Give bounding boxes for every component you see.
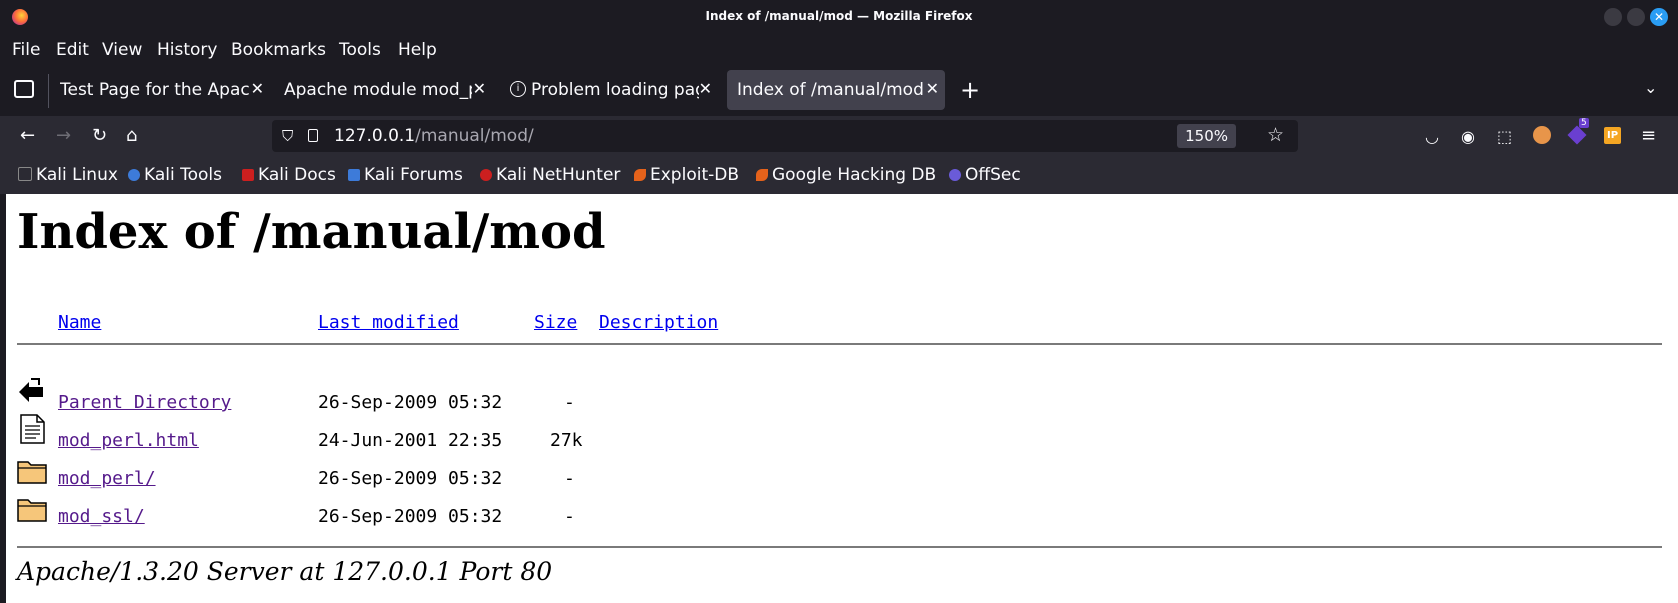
tab-bar: Test Page for the Apache ✕ Apache module… <box>0 66 1678 116</box>
tab-label: Apache module mod_perl <box>284 80 472 100</box>
list-all-tabs-button[interactable]: ⌄ <box>1644 78 1657 97</box>
tab-divider <box>48 74 49 108</box>
menu-file[interactable]: File <box>12 40 40 60</box>
pocket-icon[interactable]: ◡ <box>1425 127 1439 146</box>
url-path: /manual/mod/ <box>415 126 534 146</box>
page-icon[interactable] <box>308 129 318 142</box>
tab-problem-loading[interactable]: i Problem loading page ✕ <box>500 70 718 110</box>
menu-history[interactable]: History <box>157 40 217 60</box>
hamburger-menu-icon[interactable]: ≡ <box>1641 125 1656 146</box>
row-modified: 26-Sep-2009 05:32 <box>318 506 503 527</box>
page-title: Index of /manual/mod <box>17 204 606 260</box>
address-bar[interactable]: ⛉ 127.0.0.1/manual/mod/ 150% ☆ <box>272 120 1298 152</box>
tab-index-manual-mod[interactable]: Index of /manual/mod ✕ <box>727 70 945 110</box>
zoom-level-button[interactable]: 150% <box>1177 124 1236 148</box>
menu-help[interactable]: Help <box>398 40 437 60</box>
extension-icon[interactable] <box>1567 125 1587 145</box>
page-content: Index of /manual/mod Name Last modified … <box>6 194 1678 603</box>
row-modified: 24-Jun-2001 22:35 <box>318 430 503 451</box>
mod-perl-dir-link[interactable]: mod_perl/ <box>58 468 156 489</box>
bookmark-offsec[interactable]: OffSec <box>949 165 1021 185</box>
minimize-button[interactable] <box>1604 8 1622 26</box>
firefox-view-icon[interactable] <box>14 80 34 98</box>
info-icon: i <box>510 81 526 97</box>
close-tab-icon[interactable]: ✕ <box>251 79 264 98</box>
account-icon[interactable]: ◉ <box>1461 127 1475 146</box>
menu-edit[interactable]: Edit <box>56 40 89 60</box>
column-size-link[interactable]: Size <box>534 312 577 333</box>
tab-label: Test Page for the Apache <box>60 80 250 100</box>
footer-divider <box>17 546 1662 548</box>
maximize-button[interactable] <box>1627 8 1645 26</box>
navigation-toolbar: ← → ↻ ⌂ ⛉ 127.0.0.1/manual/mod/ 150% ☆ ◡… <box>0 116 1678 158</box>
close-tab-icon[interactable]: ✕ <box>473 79 486 98</box>
parent-directory-link[interactable]: Parent Directory <box>58 392 231 413</box>
menu-bar: File Edit View History Bookmarks Tools H… <box>0 34 1678 66</box>
bookmark-kali-nethunter[interactable]: Kali NetHunter <box>480 165 620 185</box>
kali-tools-icon <box>128 169 140 181</box>
bookmark-star-icon[interactable]: ☆ <box>1267 124 1284 146</box>
kali-linux-icon <box>18 167 32 181</box>
bookmark-kali-docs[interactable]: Kali Docs <box>242 165 336 185</box>
extensions-icon[interactable]: ⬚ <box>1497 127 1512 146</box>
row-size: - <box>564 392 575 413</box>
tab-test-page[interactable]: Test Page for the Apache ✕ <box>50 70 270 110</box>
mod-perl-html-link[interactable]: mod_perl.html <box>58 430 199 451</box>
row-size: 27k <box>550 430 583 451</box>
url-text[interactable]: 127.0.0.1/manual/mod/ <box>334 126 534 146</box>
file-icon <box>20 414 45 444</box>
new-tab-button[interactable]: + <box>960 76 980 104</box>
bookmark-kali-tools[interactable]: Kali Tools <box>128 165 222 185</box>
row-size: - <box>564 468 575 489</box>
menu-view[interactable]: View <box>102 40 142 60</box>
folder-icon <box>17 461 47 484</box>
column-name-link[interactable]: Name <box>58 312 101 333</box>
tab-mod-perl[interactable]: Apache module mod_perl ✕ <box>274 70 492 110</box>
mod-ssl-dir-link[interactable]: mod_ssl/ <box>58 506 145 527</box>
kali-nethunter-icon <box>480 169 492 181</box>
ip-extension-icon[interactable]: IP <box>1604 127 1621 144</box>
window-titlebar: Index of /manual/mod — Mozilla Firefox ✕ <box>0 0 1678 34</box>
window-title: Index of /manual/mod — Mozilla Firefox <box>705 9 973 23</box>
row-size: - <box>564 506 575 527</box>
bookmark-exploit-db[interactable]: Exploit-DB <box>634 165 739 185</box>
menu-tools[interactable]: Tools <box>339 40 381 60</box>
header-divider <box>17 343 1662 345</box>
server-signature: Apache/1.3.20 Server at 127.0.0.1 Port 8… <box>17 557 553 586</box>
folder-icon <box>17 499 47 522</box>
kali-docs-icon <box>242 169 254 181</box>
bookmark-kali-forums[interactable]: Kali Forums <box>348 165 463 185</box>
home-button[interactable]: ⌂ <box>126 126 137 146</box>
google-hacking-db-icon <box>756 169 768 181</box>
reload-button[interactable]: ↻ <box>92 126 107 146</box>
tab-label: Problem loading page <box>531 80 699 100</box>
back-icon <box>19 378 43 402</box>
back-button[interactable]: ← <box>20 126 35 146</box>
tab-label: Index of /manual/mod <box>737 80 924 100</box>
forward-button[interactable]: → <box>56 126 71 146</box>
exploit-db-icon <box>634 169 646 181</box>
bookmark-google-hacking-db[interactable]: Google Hacking DB <box>756 165 936 185</box>
row-modified: 26-Sep-2009 05:32 <box>318 392 503 413</box>
column-description-link[interactable]: Description <box>599 312 718 333</box>
close-window-button[interactable]: ✕ <box>1650 8 1668 26</box>
close-tab-icon[interactable]: ✕ <box>699 79 712 98</box>
bookmarks-toolbar: Kali Linux Kali Tools Kali Docs Kali For… <box>0 158 1678 194</box>
cookie-extension-icon[interactable] <box>1533 126 1551 144</box>
kali-forums-icon <box>348 169 360 181</box>
menu-bookmarks[interactable]: Bookmarks <box>231 40 326 60</box>
column-last-modified-link[interactable]: Last modified <box>318 312 459 333</box>
shield-icon[interactable]: ⛉ <box>282 127 293 145</box>
extension-badge: 5 <box>1579 118 1589 128</box>
row-modified: 26-Sep-2009 05:32 <box>318 468 503 489</box>
offsec-icon <box>949 169 961 181</box>
bookmark-kali-linux[interactable]: Kali Linux <box>18 165 118 185</box>
close-tab-icon[interactable]: ✕ <box>926 79 939 98</box>
url-host: 127.0.0.1 <box>334 126 416 146</box>
